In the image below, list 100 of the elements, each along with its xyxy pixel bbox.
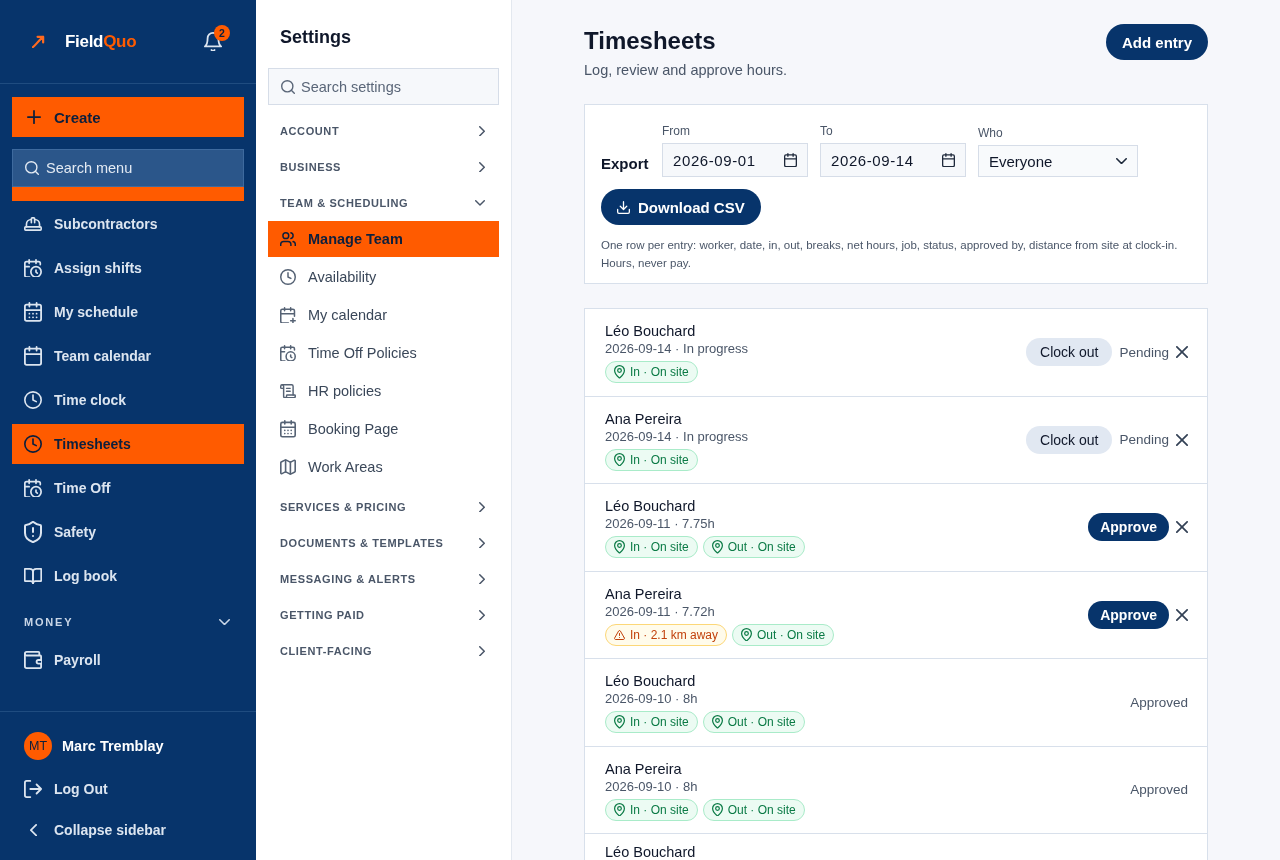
nav-item[interactable]: Assign shifts (12, 248, 244, 288)
nav-item[interactable]: My schedule (12, 292, 244, 332)
collapse-sidebar-button[interactable]: Collapse sidebar (12, 810, 244, 850)
download-icon (617, 200, 630, 214)
map-pin-icon (711, 802, 723, 817)
search-field[interactable]: Search settings (268, 68, 499, 105)
clock-icon (24, 391, 42, 409)
location-status: Out · On site (757, 627, 826, 642)
date-field[interactable]: 2026-09-14 (820, 143, 966, 177)
settings-item[interactable]: Manage Team (268, 221, 499, 257)
clock-out-button[interactable]: Clock out (1026, 338, 1113, 367)
notification-badge: 2 (214, 24, 230, 41)
close-icon[interactable] (1176, 521, 1188, 534)
nav-item[interactable]: Log book (12, 556, 244, 596)
section-toggle[interactable]: DOCUMENTS & TEMPLATES (268, 525, 499, 561)
date-field[interactable]: 2026-09-01 (662, 143, 808, 177)
page-title: Timesheets (584, 26, 717, 56)
clock-out-button[interactable]: Clock out (1026, 425, 1113, 454)
book-icon (24, 567, 42, 585)
location-status: In · On site (630, 715, 689, 729)
settings-item[interactable]: Time Off Policies (268, 335, 499, 371)
hard-hat-icon (24, 217, 42, 231)
arrow-icon (32, 35, 45, 48)
map-icon (280, 459, 296, 475)
close-icon[interactable] (1176, 433, 1188, 446)
calendar-icon (784, 152, 797, 168)
map-pin-icon (711, 540, 723, 554)
download-csv-button[interactable]: Download CSV (601, 189, 761, 225)
logo-text: FieldQuo (65, 31, 137, 52)
map-pin-icon (614, 452, 625, 467)
user-name: Marc Tremblay (62, 738, 164, 754)
section-toggle[interactable]: TEAM & SCHEDULING (268, 185, 499, 221)
location-status: Out · On site (727, 540, 796, 554)
nav-item[interactable]: Time clock (12, 380, 244, 420)
section-toggle[interactable]: GETTING PAID (268, 597, 499, 633)
calendar-clock-icon (24, 258, 42, 278)
nav-item[interactable]: Payroll (12, 640, 244, 680)
field-label: To (820, 124, 834, 139)
approval-status: Pending (1119, 432, 1169, 448)
plus-icon (27, 110, 41, 124)
section-toggle[interactable]: CLIENT-FACING (268, 633, 499, 669)
section-toggle[interactable]: ACCOUNT (268, 113, 499, 149)
section-toggle[interactable]: MESSAGING & ALERTS (268, 561, 499, 597)
approve-button[interactable]: Approve (1088, 513, 1169, 542)
location-status: In · On site (630, 452, 689, 467)
close-icon[interactable] (1176, 346, 1188, 359)
calendar-icon (24, 302, 42, 322)
entry-details: 2026-09-10 · 8h (605, 690, 699, 707)
worker-name: Léo Bouchard (605, 323, 697, 339)
location-status: Out · On site (727, 802, 796, 817)
settings-item[interactable]: Availability (268, 259, 499, 295)
approve-button[interactable]: Approve (1088, 600, 1169, 629)
calendar-clock-icon (280, 344, 296, 362)
field-label: From (662, 124, 691, 139)
settings-title: Settings (279, 26, 352, 48)
location-status: In · On site (630, 365, 689, 379)
clock-icon (280, 269, 296, 285)
section-toggle[interactable]: BUSINESS (268, 149, 499, 185)
worker-name: Léo Bouchard (605, 844, 697, 860)
export-label: Export (601, 154, 650, 174)
page-subtitle: Log, review and approve hours. (584, 61, 788, 79)
settings-item[interactable]: Booking Page (268, 411, 499, 447)
field-label: Who (978, 126, 1004, 141)
settings-item[interactable]: HR policies (268, 373, 499, 409)
wallet-icon (24, 651, 42, 669)
clock-icon (24, 435, 42, 453)
add-entry-button[interactable]: Add entry (1106, 24, 1208, 60)
scroll-icon (280, 383, 296, 399)
chevron-left-icon (29, 823, 37, 837)
entry-details: 2026-09-11 · 7.75h (605, 515, 716, 532)
search-field[interactable]: Search menu (12, 149, 244, 187)
close-icon[interactable] (1176, 608, 1188, 621)
entry-details: 2026-09-11 · 7.72h (605, 602, 716, 620)
settings-item[interactable]: My calendar (268, 297, 499, 333)
approval-status: Approved (1130, 694, 1188, 710)
chevron-down-icon (1116, 157, 1127, 165)
calendar-plus-icon (280, 306, 296, 324)
users-icon (280, 231, 296, 247)
calendar-icon (24, 346, 42, 366)
worker-name: Léo Bouchard (605, 673, 697, 689)
nav-item[interactable]: Team calendar (12, 336, 244, 376)
calendar-clock-icon (24, 478, 42, 498)
nav-item[interactable]: Safety (12, 512, 244, 552)
dropdown[interactable]: Everyone (978, 145, 1138, 177)
section-toggle[interactable]: SERVICES & PRICING (268, 489, 499, 525)
worker-name: Léo Bouchard (605, 498, 697, 514)
section-toggle[interactable]: MONEY (12, 608, 244, 636)
nav-item[interactable]: Time Off (12, 468, 244, 508)
map-pin-icon (614, 365, 625, 379)
logout-button[interactable]: Log Out (12, 769, 244, 809)
search-icon (281, 79, 295, 94)
entry-details: 2026-09-14 · In progress (605, 427, 750, 445)
logout-icon (24, 780, 42, 798)
user-avatar: MT (24, 732, 52, 760)
settings-item[interactable]: Work Areas (268, 449, 499, 485)
nav-item[interactable]: Subcontractors (12, 204, 244, 244)
create-button[interactable]: Create (12, 97, 244, 137)
shield-icon (24, 521, 42, 543)
nav-item[interactable]: Timesheets (12, 424, 244, 464)
map-pin-icon (614, 802, 625, 817)
